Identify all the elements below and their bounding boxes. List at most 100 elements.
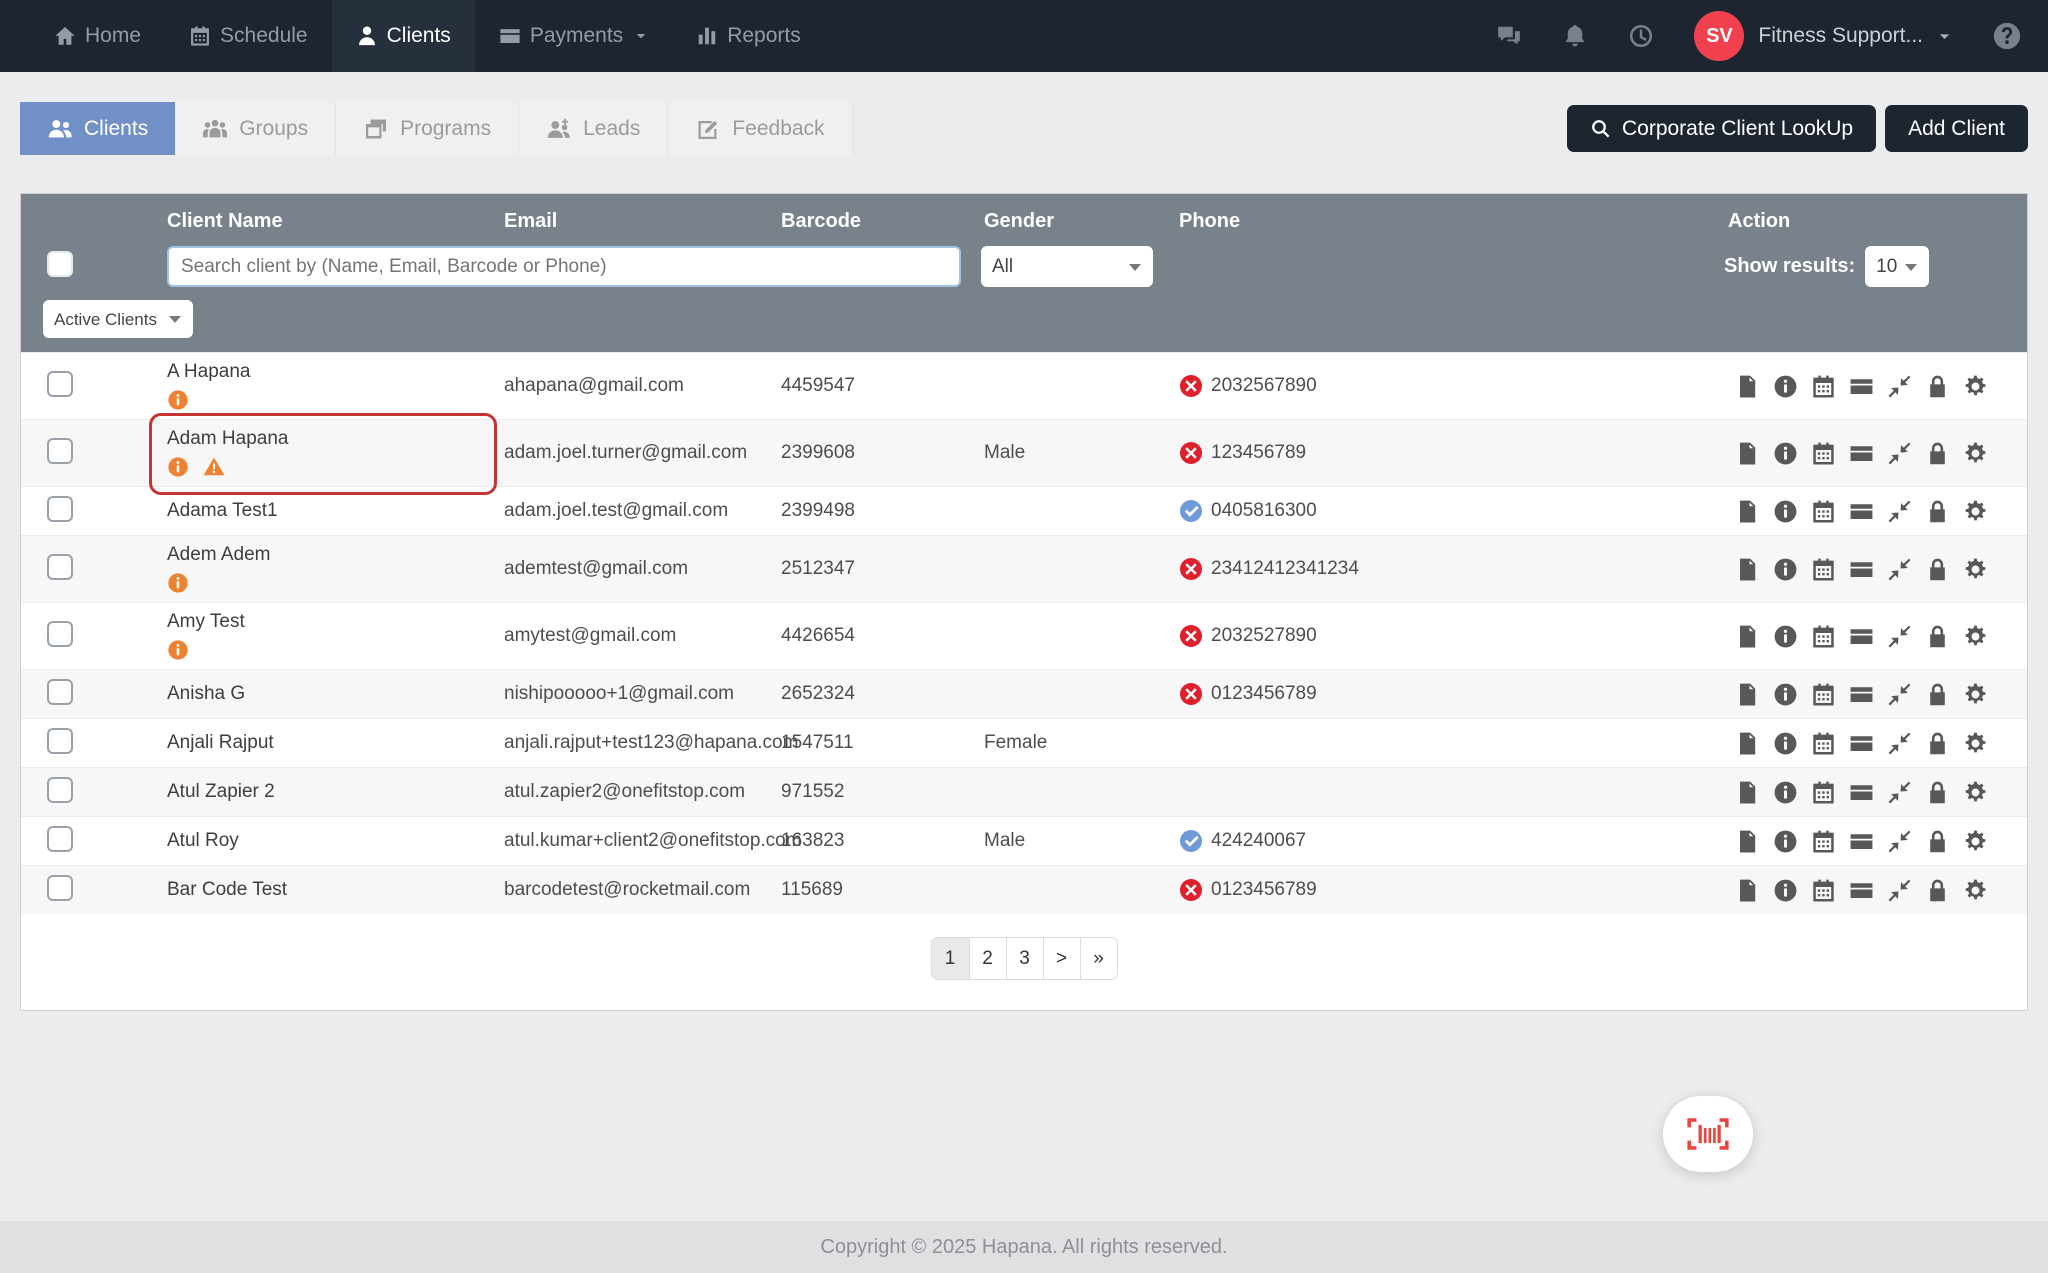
barcode-scan-button[interactable] bbox=[1663, 1096, 1753, 1172]
clock-icon[interactable] bbox=[1628, 23, 1654, 49]
account-menu[interactable]: SV Fitness Support... bbox=[1694, 11, 1952, 61]
credit-card-icon[interactable] bbox=[1849, 829, 1874, 854]
row-checkbox[interactable] bbox=[47, 495, 73, 522]
tab-programs[interactable]: Programs bbox=[336, 102, 520, 155]
compress-icon[interactable] bbox=[1887, 557, 1912, 582]
calendar-icon[interactable] bbox=[1811, 780, 1836, 805]
nav-item-schedule[interactable]: Schedule bbox=[165, 0, 332, 72]
page-button-3[interactable]: 3 bbox=[1005, 938, 1043, 979]
page-button-2[interactable]: 2 bbox=[968, 938, 1006, 979]
help-icon[interactable] bbox=[1992, 21, 2022, 51]
info-circle-icon[interactable] bbox=[1773, 374, 1798, 399]
row-checkbox[interactable] bbox=[47, 678, 73, 705]
compress-icon[interactable] bbox=[1887, 374, 1912, 399]
lock-icon[interactable] bbox=[1925, 557, 1950, 582]
calendar-icon[interactable] bbox=[1811, 374, 1836, 399]
documents-icon[interactable] bbox=[1735, 780, 1760, 805]
lock-icon[interactable] bbox=[1925, 441, 1950, 466]
gear-icon[interactable] bbox=[1963, 624, 1988, 649]
row-checkbox[interactable] bbox=[47, 874, 73, 901]
info-circle-icon[interactable] bbox=[1773, 731, 1798, 756]
compress-icon[interactable] bbox=[1887, 682, 1912, 707]
documents-icon[interactable] bbox=[1735, 731, 1760, 756]
calendar-icon[interactable] bbox=[1811, 682, 1836, 707]
credit-card-icon[interactable] bbox=[1849, 780, 1874, 805]
row-checkbox[interactable] bbox=[47, 370, 73, 397]
gear-icon[interactable] bbox=[1963, 557, 1988, 582]
gear-icon[interactable] bbox=[1963, 441, 1988, 466]
gear-icon[interactable] bbox=[1963, 499, 1988, 524]
info-circle-icon[interactable] bbox=[1773, 682, 1798, 707]
next-page-button[interactable]: > bbox=[1042, 938, 1080, 979]
calendar-icon[interactable] bbox=[1811, 441, 1836, 466]
row-checkbox[interactable] bbox=[47, 825, 73, 852]
gear-icon[interactable] bbox=[1963, 780, 1988, 805]
documents-icon[interactable] bbox=[1735, 557, 1760, 582]
calendar-icon[interactable] bbox=[1811, 731, 1836, 756]
info-circle-icon[interactable] bbox=[1773, 557, 1798, 582]
nav-item-payments[interactable]: Payments bbox=[475, 0, 672, 72]
compress-icon[interactable] bbox=[1887, 441, 1912, 466]
gear-icon[interactable] bbox=[1963, 829, 1988, 854]
info-circle-icon[interactable] bbox=[1773, 878, 1798, 903]
lock-icon[interactable] bbox=[1925, 499, 1950, 524]
documents-icon[interactable] bbox=[1735, 682, 1760, 707]
nav-item-clients[interactable]: Clients bbox=[331, 0, 475, 72]
warning-icon[interactable] bbox=[203, 456, 225, 478]
row-checkbox[interactable] bbox=[47, 776, 73, 803]
credit-card-icon[interactable] bbox=[1849, 878, 1874, 903]
info-icon[interactable] bbox=[167, 389, 189, 411]
credit-card-icon[interactable] bbox=[1849, 441, 1874, 466]
credit-card-icon[interactable] bbox=[1849, 557, 1874, 582]
lock-icon[interactable] bbox=[1925, 829, 1950, 854]
credit-card-icon[interactable] bbox=[1849, 499, 1874, 524]
row-checkbox[interactable] bbox=[47, 437, 73, 464]
documents-icon[interactable] bbox=[1735, 624, 1760, 649]
info-circle-icon[interactable] bbox=[1773, 499, 1798, 524]
credit-card-icon[interactable] bbox=[1849, 682, 1874, 707]
lock-icon[interactable] bbox=[1925, 624, 1950, 649]
nav-item-reports[interactable]: Reports bbox=[672, 0, 825, 72]
documents-icon[interactable] bbox=[1735, 878, 1760, 903]
info-circle-icon[interactable] bbox=[1773, 441, 1798, 466]
corporate-client-lookup-button[interactable]: Corporate Client LookUp bbox=[1566, 105, 1877, 152]
gear-icon[interactable] bbox=[1963, 682, 1988, 707]
info-icon[interactable] bbox=[167, 456, 189, 478]
compress-icon[interactable] bbox=[1887, 499, 1912, 524]
tab-groups[interactable]: Groups bbox=[175, 102, 337, 155]
lock-icon[interactable] bbox=[1925, 878, 1950, 903]
bell-icon[interactable] bbox=[1562, 23, 1588, 49]
select-all-checkbox[interactable] bbox=[47, 251, 73, 277]
calendar-icon[interactable] bbox=[1811, 499, 1836, 524]
lock-icon[interactable] bbox=[1925, 374, 1950, 399]
documents-icon[interactable] bbox=[1735, 374, 1760, 399]
tab-clients[interactable]: Clients bbox=[20, 102, 176, 155]
tab-leads[interactable]: Leads bbox=[519, 102, 669, 155]
gear-icon[interactable] bbox=[1963, 878, 1988, 903]
calendar-icon[interactable] bbox=[1811, 878, 1836, 903]
lock-icon[interactable] bbox=[1925, 780, 1950, 805]
compress-icon[interactable] bbox=[1887, 878, 1912, 903]
documents-icon[interactable] bbox=[1735, 829, 1760, 854]
lock-icon[interactable] bbox=[1925, 731, 1950, 756]
gender-filter-select[interactable]: All bbox=[981, 246, 1153, 287]
documents-icon[interactable] bbox=[1735, 499, 1760, 524]
gear-icon[interactable] bbox=[1963, 731, 1988, 756]
gear-icon[interactable] bbox=[1963, 374, 1988, 399]
credit-card-icon[interactable] bbox=[1849, 624, 1874, 649]
info-icon[interactable] bbox=[167, 572, 189, 594]
info-circle-icon[interactable] bbox=[1773, 624, 1798, 649]
documents-icon[interactable] bbox=[1735, 441, 1760, 466]
info-icon[interactable] bbox=[167, 639, 189, 661]
page-button-1[interactable]: 1 bbox=[931, 938, 969, 979]
compress-icon[interactable] bbox=[1887, 829, 1912, 854]
chat-icon[interactable] bbox=[1496, 23, 1522, 49]
lock-icon[interactable] bbox=[1925, 682, 1950, 707]
search-input[interactable] bbox=[167, 246, 961, 287]
row-checkbox[interactable] bbox=[47, 620, 73, 647]
show-results-select[interactable]: 10 bbox=[1865, 246, 1930, 287]
info-circle-icon[interactable] bbox=[1773, 780, 1798, 805]
last-page-button[interactable]: » bbox=[1079, 938, 1117, 979]
add-client-button[interactable]: Add Client bbox=[1885, 105, 2028, 152]
row-checkbox[interactable] bbox=[47, 727, 73, 754]
